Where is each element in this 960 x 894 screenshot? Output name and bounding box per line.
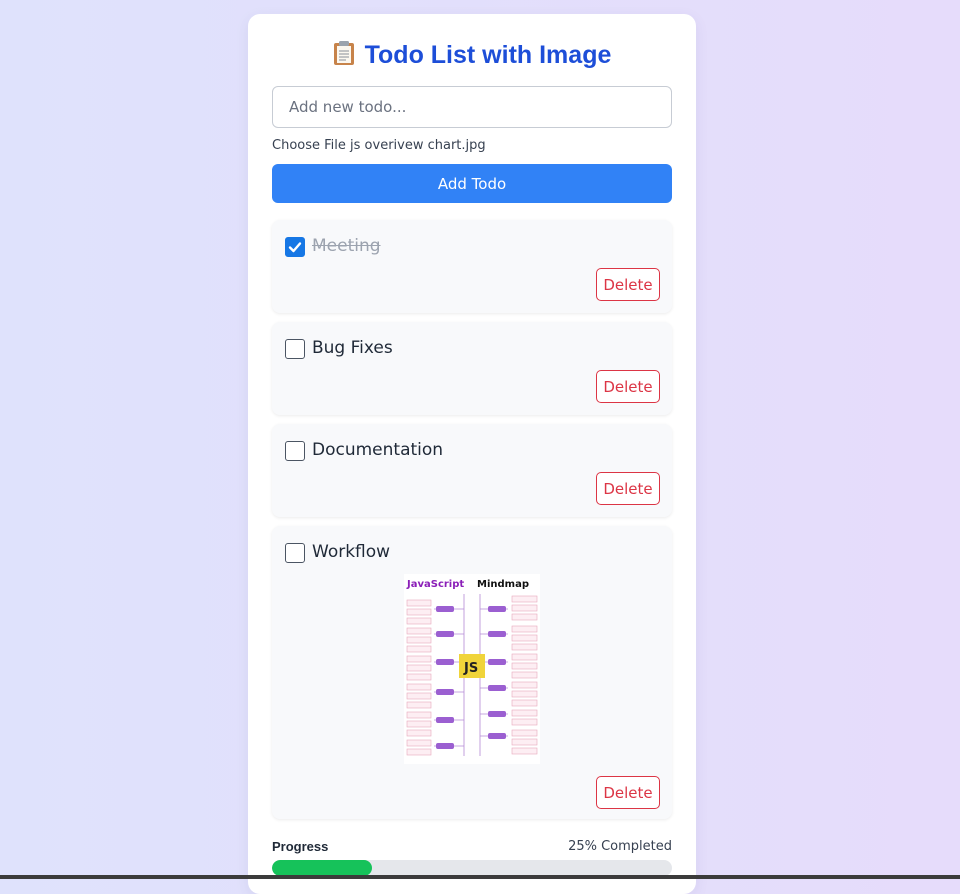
add-todo-button[interactable]: Add Todo [272,164,672,203]
todo-checkbox[interactable] [285,237,305,257]
todo-attachment-image: JavaScript Mindmap JS [404,574,540,764]
checkmark-icon [288,242,302,253]
progress-label: Progress [272,839,329,854]
page-title: Todo List with Image [248,40,696,73]
todo-text: Documentation [312,440,444,460]
mindmap-center-label: JS [463,661,478,676]
clipboard-icon [333,40,355,73]
bottom-edge [0,875,960,879]
mindmap-title-accent: JavaScript [406,579,464,590]
todo-checkbox[interactable] [285,441,305,461]
progress-bar-fill [272,860,372,876]
delete-button[interactable]: Delete [596,370,660,403]
todo-card: Todo List with Image Choose File js over… [248,14,696,894]
todo-text: Meeting [312,236,381,256]
todo-checkbox[interactable] [285,339,305,359]
todo-item: Meeting Delete [272,220,672,313]
todo-item: Documentation Delete [272,424,672,517]
mindmap-title-rest: Mindmap [477,579,529,590]
delete-button[interactable]: Delete [596,268,660,301]
progress-bar [272,860,672,876]
delete-button[interactable]: Delete [596,472,660,505]
delete-button[interactable]: Delete [596,776,660,809]
todo-checkbox[interactable] [285,543,305,563]
new-todo-input[interactable] [272,86,672,128]
todo-item: Bug Fixes Delete [272,322,672,415]
choose-file-button[interactable]: Choose File [272,138,346,153]
todo-text: Bug Fixes [312,338,393,358]
page-title-text: Todo List with Image [364,41,612,69]
selected-file-name: js overivew chart.jpg [350,138,486,153]
todo-text: Workflow [312,542,391,562]
todo-item: Workflow JavaScript Mindmap JS Delete [272,526,672,819]
file-picker: Choose File js overivew chart.jpg [272,138,486,153]
progress-status: 25% Completed [568,839,672,854]
